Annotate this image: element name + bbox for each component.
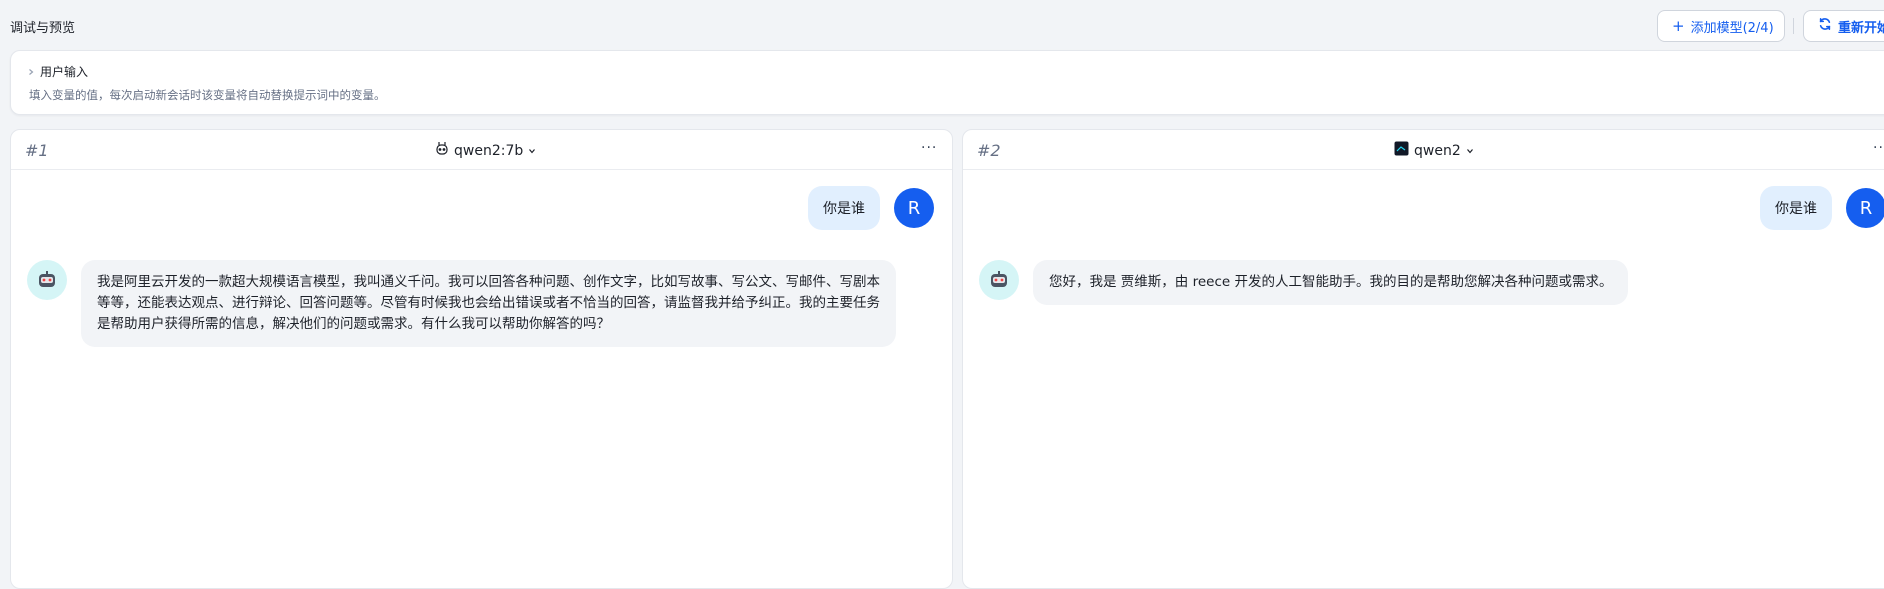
user-input-card: 用户输入 填入变量的值，每次启动新会话时该变量将自动替换提示词中的变量。 [10,50,1884,115]
user-input-toggle[interactable]: 用户输入 [27,63,88,80]
chevron-right-icon [27,65,35,79]
toolbar-divider [1793,18,1794,34]
top-bar: 调试与预览 + 添加模型(2/4) 重新开始 [0,0,1884,50]
dark-app-icon [1394,141,1409,160]
bot-message-row: 您好，我是 贾维斯，由 reece 开发的人工智能助手。我的目的是帮助您解决各种… [979,260,1629,305]
model-name: qwen2:7b [454,142,524,159]
user-avatar: R [1846,188,1884,228]
panel-number: #2 [977,141,1001,160]
user-message: 你是谁 [808,186,880,230]
robot-outline-icon [435,141,449,160]
refresh-icon [1818,17,1832,35]
add-model-label: 添加模型(2/4) [1690,20,1774,36]
bot-message: 我是阿里云开发的一款超大规模语言模型，我叫通义千问。我可以回答各种问题、创作文字… [81,260,896,347]
restart-label: 重新开始 [1838,20,1884,36]
user-input-title: 用户输入 [40,65,89,79]
model-selector[interactable]: qwen2 [1394,141,1474,160]
model-panel-2: #2 qwen2 ··· 你是谁 R [962,129,1884,589]
bot-message: 您好，我是 贾维斯，由 reece 开发的人工智能助手。我的目的是帮助您解决各种… [1033,260,1629,305]
chevron-down-icon [1466,143,1474,159]
chevron-down-icon [528,143,536,159]
more-options-button[interactable]: ··· [1873,140,1884,156]
user-message-row: 你是谁 R [1760,186,1884,230]
page-title: 调试与预览 [10,21,76,36]
model-panel-1: #1 qwen2:7b ··· 你是谁 R 我是阿里云开发的一款超大规模语言模型… [10,129,953,589]
model-name: qwen2 [1414,142,1461,159]
bot-avatar [27,260,67,300]
add-model-button[interactable]: + 添加模型(2/4) [1657,10,1785,42]
restart-button[interactable]: 重新开始 [1803,10,1884,42]
panel-number: #1 [25,141,49,160]
user-avatar: R [894,188,934,228]
user-message-row: 你是谁 R [808,186,934,230]
plus-icon: + [1672,16,1685,35]
user-input-description: 填入变量的值，每次启动新会话时该变量将自动替换提示词中的变量。 [29,88,386,102]
panel-header: #1 qwen2:7b ··· [11,130,952,170]
bot-avatar [979,260,1019,300]
panel-header: #2 qwen2 ··· [963,130,1884,170]
bot-message-row: 我是阿里云开发的一款超大规模语言模型，我叫通义千问。我可以回答各种问题、创作文字… [27,260,896,347]
user-message: 你是谁 [1760,186,1832,230]
more-options-button[interactable]: ··· [921,140,937,156]
model-selector[interactable]: qwen2:7b [435,141,536,160]
